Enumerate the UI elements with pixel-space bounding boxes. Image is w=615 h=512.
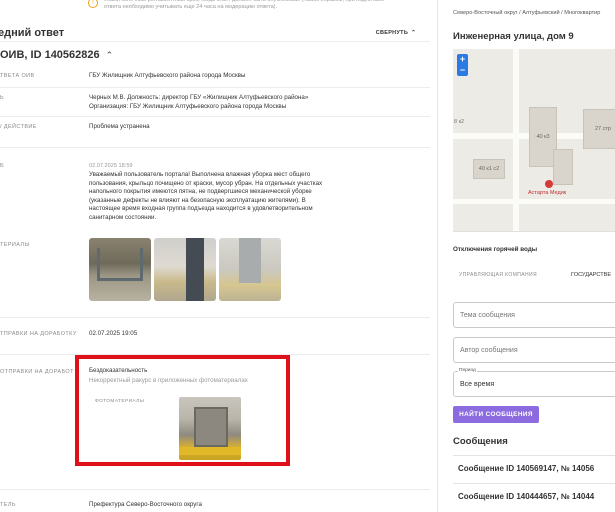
map-building: 40 к1 с2 — [473, 159, 505, 179]
field-label: ТВЕТА ОИВ — [0, 73, 35, 79]
divider — [0, 116, 430, 117]
address-title: Инженерная улица, дом 9 — [453, 31, 574, 42]
company-value: ГОСУДАРСТВЕ — [571, 272, 612, 278]
field-label: Б — [0, 163, 5, 169]
section-header: едний ответ СВЕРНУТЬ ⌃ — [0, 24, 430, 42]
chevron-up-icon: ⌃ — [105, 49, 114, 60]
zoom-out-button[interactable]: − — [457, 65, 468, 76]
period-select[interactable]: Все время — [453, 371, 615, 397]
left-panel: ! Укажи конечный регламентный срок, когд… — [0, 0, 438, 512]
photo-thumbnail[interactable] — [219, 238, 281, 301]
field-value: Префектура Северо-Восточного округа — [89, 501, 202, 508]
company-label: УПРАВЛЯЮЩАЯ КОМПАНИЯ — [459, 272, 538, 278]
topic-input[interactable]: Тема сообщения — [453, 302, 615, 328]
field-value: 02.07.2025 19:05 — [89, 330, 138, 337]
message-item[interactable]: Сообщение ID 140569147, № 14056 — [453, 455, 615, 481]
chevron-up-icon: ⌃ — [411, 29, 416, 36]
period-label: Период — [458, 368, 477, 373]
field-value: Проблема устранена — [89, 123, 150, 130]
map-building — [553, 149, 573, 185]
warning-icon: ! — [88, 0, 98, 8]
period-value: Все время — [460, 380, 495, 388]
field-value: Черных М.В. Должность: директор ГБУ «Жил… — [89, 94, 309, 110]
field-value: ГБУ Жилищник Алтуфьевского района города… — [89, 72, 246, 79]
field-label: ОТПРАВКИ НА ДОРАБОТ — [0, 369, 74, 375]
map-label: 8 к2 — [454, 119, 465, 125]
right-panel: Северо-Восточный округ / Алтуфьевский / … — [441, 0, 615, 512]
collapse-button[interactable]: СВЕРНУТЬ ⌃ — [376, 30, 416, 36]
photo-thumbnail[interactable] — [89, 238, 151, 301]
map[interactable]: 40 к3 27 стр 40 к1 с2 8 к2 Астарта Медик… — [453, 49, 615, 232]
poi-marker-icon[interactable] — [545, 180, 553, 188]
answer-date: 02.07.2025 18:59 — [89, 163, 133, 169]
poi-label: Астарта Медик — [528, 190, 567, 196]
topic-title: Отключения горячей воды — [453, 246, 538, 253]
oiv-title: ОИВ, ID 140562826 — [0, 49, 100, 61]
find-messages-button[interactable]: НАЙТИ СООБЩЕНИЯ — [453, 406, 539, 423]
photo-gallery — [89, 238, 281, 301]
field-label: Ь — [0, 95, 5, 101]
map-road — [453, 199, 615, 204]
materials-label: ТЕРИАЛЫ — [0, 242, 30, 248]
field-label: ТЕЛЬ — [0, 502, 16, 508]
oiv-toggle[interactable]: ОИВ, ID 140562826 ⌃ — [0, 47, 113, 63]
map-road — [513, 49, 519, 231]
collapse-label: СВЕРНУТЬ — [375, 29, 409, 36]
breadcrumb[interactable]: Северо-Восточный округ / Алтуфьевский / … — [453, 10, 600, 16]
section-title: едний ответ — [0, 26, 65, 39]
divider — [0, 317, 430, 318]
answer-text: Уважаемый пользователь портала! Выполнен… — [89, 171, 323, 221]
notice-text: Укажи конечный регламентный срок, когда … — [104, 0, 385, 10]
divider — [0, 87, 430, 88]
highlight-box — [75, 355, 290, 466]
field-label: ТПРАВКИ НА ДОРАБОТКУ — [0, 331, 77, 337]
message-item[interactable]: Сообщение ID 140444657, № 14044 — [453, 483, 615, 509]
deadline-notice: ! Укажи конечный регламентный срок, когд… — [88, 0, 388, 14]
divider — [0, 489, 430, 490]
photo-thumbnail[interactable] — [154, 238, 216, 301]
divider — [0, 147, 430, 148]
field-label: / ДЕЙСТВИЕ — [0, 124, 37, 130]
author-input[interactable]: Автор сообщения — [453, 337, 615, 363]
messages-title: Сообщения — [453, 436, 508, 447]
map-building: 27 стр — [583, 109, 615, 149]
map-zoom-control: + − — [457, 54, 468, 76]
zoom-in-button[interactable]: + — [457, 54, 468, 65]
